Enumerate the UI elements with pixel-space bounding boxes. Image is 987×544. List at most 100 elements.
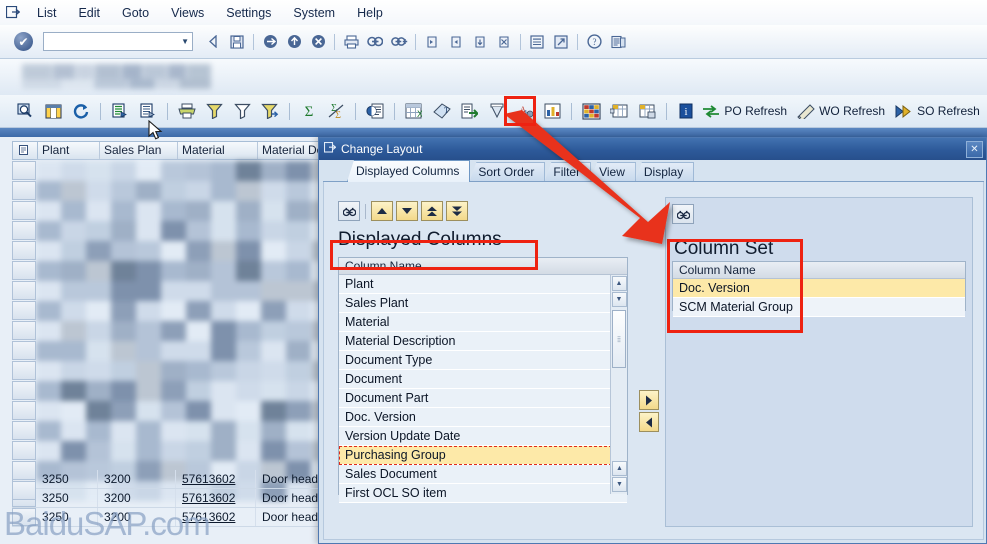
scroll-up-button[interactable]: ▲ <box>611 276 627 291</box>
filter-icon[interactable] <box>201 99 227 123</box>
menu-item-goto[interactable]: Goto <box>111 3 160 23</box>
change-layout-icon[interactable] <box>578 99 604 123</box>
row-selector[interactable] <box>12 161 36 180</box>
move-down-icon[interactable] <box>396 201 418 221</box>
scroll-page-up-button[interactable]: ▲ <box>612 461 627 476</box>
move-to-top-icon[interactable] <box>421 201 443 221</box>
row-selector[interactable] <box>12 341 36 360</box>
list-item[interactable]: Sales Plant <box>339 294 627 313</box>
arrow-left-icon[interactable] <box>639 412 659 432</box>
list-item[interactable]: Version Update Date <box>339 427 627 446</box>
list-item[interactable]: Document <box>339 370 627 389</box>
spreadsheet-icon[interactable]: X <box>401 99 427 123</box>
previous-page-icon[interactable] <box>445 31 467 53</box>
vertical-scrollbar[interactable]: ▲ ▼ ⣿ ▲ ▼ <box>610 275 627 494</box>
menu-item-views[interactable]: Views <box>160 3 215 23</box>
menu-item-settings[interactable]: Settings <box>215 3 282 23</box>
tab-sort-order[interactable]: Sort Order <box>469 162 546 182</box>
detail-magnifier-icon[interactable] <box>13 99 39 123</box>
up-one-level-icon[interactable] <box>283 31 305 53</box>
tab-display[interactable]: Display <box>634 162 695 182</box>
row-selector[interactable] <box>12 461 36 480</box>
row-selector[interactable] <box>12 381 36 400</box>
row-selector[interactable] <box>12 221 36 240</box>
refresh-icon[interactable] <box>69 99 95 123</box>
tab-filter[interactable]: Filter <box>544 162 592 182</box>
help-icon[interactable]: ? <box>583 31 605 53</box>
row-selector[interactable] <box>12 301 36 320</box>
grid-col-header[interactable]: Material <box>178 142 258 159</box>
row-selector[interactable] <box>12 481 36 500</box>
new-session-icon[interactable] <box>526 31 548 53</box>
list-item[interactable]: Sales Document <box>339 465 627 484</box>
word-processing-icon[interactable]: T <box>429 99 455 123</box>
row-selector[interactable] <box>12 441 36 460</box>
set-filter-list-icon[interactable] <box>107 99 133 123</box>
command-field[interactable]: ▼ <box>43 32 193 51</box>
filter-settings-icon[interactable] <box>257 99 283 123</box>
menu-item-list[interactable]: List <box>26 3 67 23</box>
info-icon[interactable]: i <box>673 99 699 123</box>
cell-material[interactable]: 57613602 <box>176 470 256 488</box>
row-selector[interactable] <box>12 181 36 200</box>
find-binoculars-icon[interactable] <box>338 201 360 221</box>
list-item[interactable]: Document Type <box>339 351 627 370</box>
find-next-icon[interactable] <box>388 31 410 53</box>
tab-view[interactable]: View <box>590 162 636 182</box>
find-binoculars-icon[interactable] <box>672 204 694 224</box>
graphic-icon[interactable] <box>540 99 566 123</box>
list-item[interactable]: Material <box>339 313 627 332</box>
total-sum-icon[interactable]: Σ <box>296 99 322 123</box>
find-icon[interactable] <box>364 31 386 53</box>
customize-local-layout-icon[interactable] <box>607 31 629 53</box>
back-arrow-icon[interactable] <box>202 31 224 53</box>
so-refresh-button[interactable]: SO Refresh <box>894 104 980 119</box>
scroll-page-down-button[interactable]: ▼ <box>612 477 627 492</box>
print-icon[interactable] <box>340 31 362 53</box>
arrow-right-icon[interactable] <box>639 390 659 410</box>
list-item[interactable]: First OCL SO item <box>339 484 627 503</box>
row-selector[interactable] <box>12 281 36 300</box>
next-page-icon[interactable] <box>469 31 491 53</box>
list-item[interactable]: Document Part <box>339 389 627 408</box>
filter-off-icon[interactable] <box>229 99 255 123</box>
exit-icon[interactable] <box>259 31 281 53</box>
row-selector[interactable] <box>12 421 36 440</box>
list-item[interactable]: Doc. Version <box>339 408 627 427</box>
menu-item-help[interactable]: Help <box>346 3 394 23</box>
po-refresh-button[interactable]: PO Refresh <box>701 104 787 119</box>
row-selector[interactable] <box>12 401 36 420</box>
menu-item-system[interactable]: System <box>282 3 346 23</box>
create-shortcut-icon[interactable] <box>550 31 572 53</box>
close-icon[interactable]: ✕ <box>966 140 983 158</box>
columns-icon[interactable] <box>41 99 67 123</box>
row-selector[interactable] <box>12 201 36 220</box>
save-icon[interactable] <box>226 31 248 53</box>
sap-window-icon[interactable] <box>0 0 26 25</box>
grid-col-header[interactable]: Sales Plan <box>100 142 178 159</box>
export-icon[interactable] <box>456 99 482 123</box>
print-preview-icon[interactable] <box>362 99 388 123</box>
save-layout-icon[interactable] <box>634 99 660 123</box>
tab-displayed-columns[interactable]: Displayed Columns <box>347 160 471 182</box>
print-icon[interactable] <box>174 99 200 123</box>
first-page-icon[interactable] <box>421 31 443 53</box>
subtotal-icon[interactable]: ΣΣ <box>323 99 349 123</box>
list-item[interactable]: Material Description <box>339 332 627 351</box>
cancel-icon[interactable] <box>307 31 329 53</box>
row-selector[interactable] <box>12 361 36 380</box>
enter-check-icon[interactable]: ✔ <box>14 32 33 51</box>
row-selector[interactable] <box>12 241 36 260</box>
menu-item-edit[interactable]: Edit <box>67 3 111 23</box>
move-to-bottom-icon[interactable] <box>446 201 468 221</box>
scroll-down-button[interactable]: ▼ <box>611 292 627 307</box>
row-selector[interactable] <box>12 261 36 280</box>
wo-refresh-button[interactable]: WO Refresh <box>796 103 885 119</box>
row-selector[interactable] <box>12 321 36 340</box>
grid-col-header[interactable]: Plant <box>38 142 100 159</box>
select-all-icon[interactable] <box>13 142 38 159</box>
chevron-down-icon[interactable]: ▼ <box>181 37 189 46</box>
move-up-icon[interactable] <box>371 201 393 221</box>
select-layout-icon[interactable] <box>606 99 632 123</box>
list-item-selected[interactable]: Purchasing Group <box>339 446 627 465</box>
